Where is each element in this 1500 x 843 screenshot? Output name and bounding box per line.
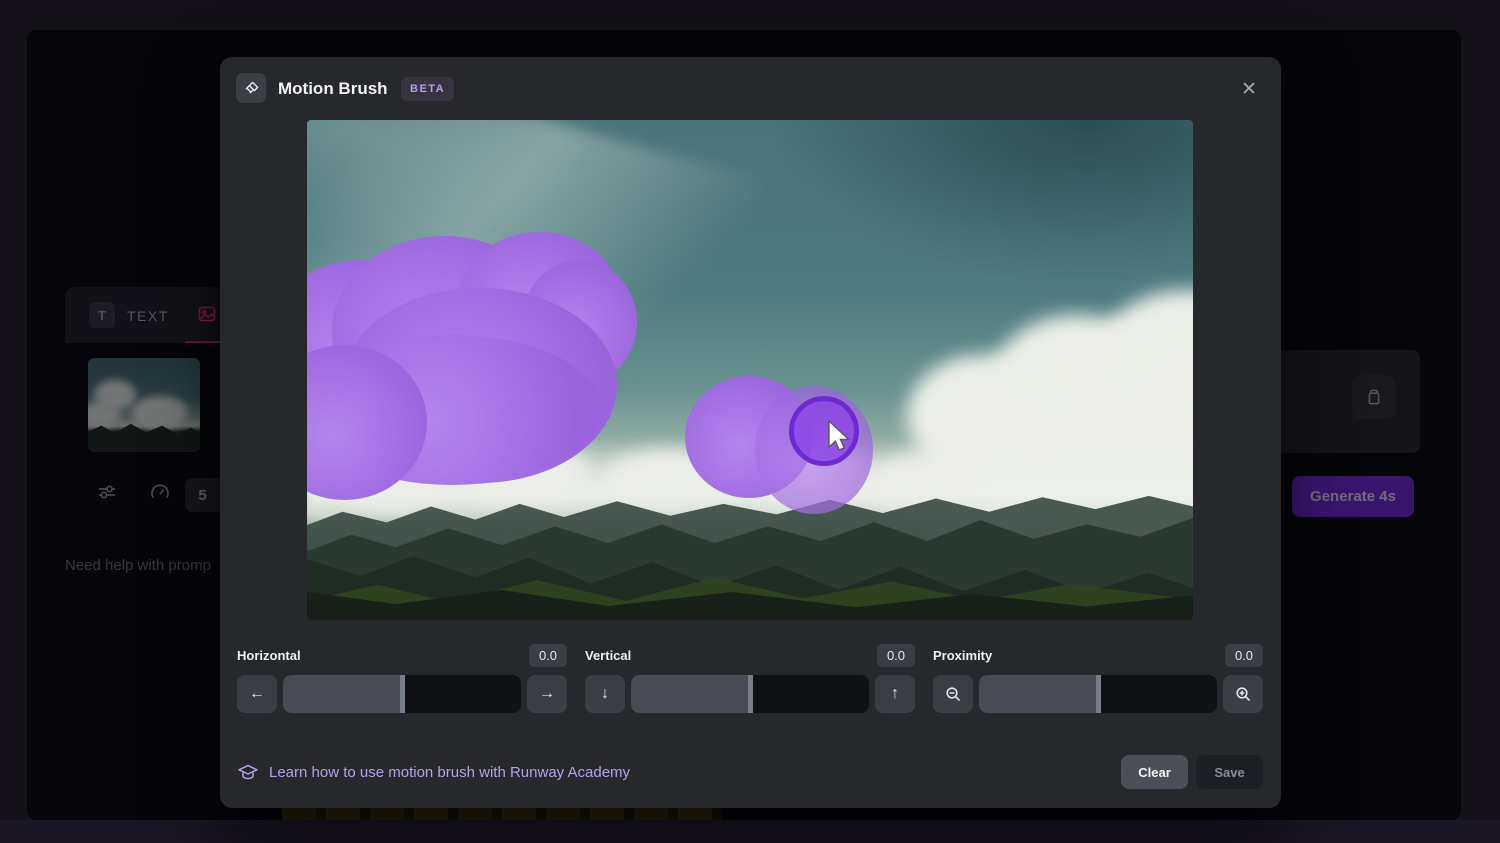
vertical-value[interactable]: 0.0 [877,644,915,667]
vertical-label: Vertical [585,648,631,663]
bottom-bar [0,820,1500,843]
horizontal-label: Horizontal [237,648,301,663]
paintbrush-icon [236,73,266,103]
arrow-left-icon[interactable]: ← [237,675,277,713]
motion-sliders: Horizontal 0.0 ← → Vertical 0.0 ↓ [237,642,1263,713]
horizontal-slider-track[interactable] [283,675,521,713]
proximity-label: Proximity [933,648,992,663]
save-button[interactable]: Save [1196,755,1263,789]
slider-thumb[interactable] [400,675,405,713]
proximity-value[interactable]: 0.0 [1225,644,1263,667]
modal-footer: Learn how to use motion brush with Runwa… [237,755,1263,789]
zoom-in-icon[interactable] [1223,675,1263,713]
arrow-down-icon[interactable]: ↓ [585,675,625,713]
academy-link-text: Learn how to use motion brush with Runwa… [269,764,630,781]
proximity-slider-group: Proximity 0.0 [933,642,1263,713]
screen: T TEXT [0,0,1500,843]
mouse-pointer-icon [827,420,853,457]
close-icon[interactable]: ✕ [1234,74,1264,104]
slider-thumb[interactable] [1096,675,1101,713]
brush-canvas[interactable] [307,120,1193,620]
academy-link[interactable]: Learn how to use motion brush with Runwa… [237,762,630,782]
graduation-cap-icon [237,762,259,782]
beta-badge: BETA [401,77,454,101]
horizontal-value[interactable]: 0.0 [529,644,567,667]
vertical-slider-track[interactable] [631,675,869,713]
arrow-up-icon[interactable]: ↑ [875,675,915,713]
motion-brush-modal: Motion Brush BETA ✕ [220,57,1281,808]
horizontal-slider-group: Horizontal 0.0 ← → [237,642,567,713]
zoom-out-icon[interactable] [933,675,973,713]
clear-button[interactable]: Clear [1121,755,1188,789]
modal-title: Motion Brush [278,79,388,99]
vertical-slider-group: Vertical 0.0 ↓ ↑ [585,642,915,713]
arrow-right-icon[interactable]: → [527,675,567,713]
slider-thumb[interactable] [748,675,753,713]
proximity-slider-track[interactable] [979,675,1217,713]
